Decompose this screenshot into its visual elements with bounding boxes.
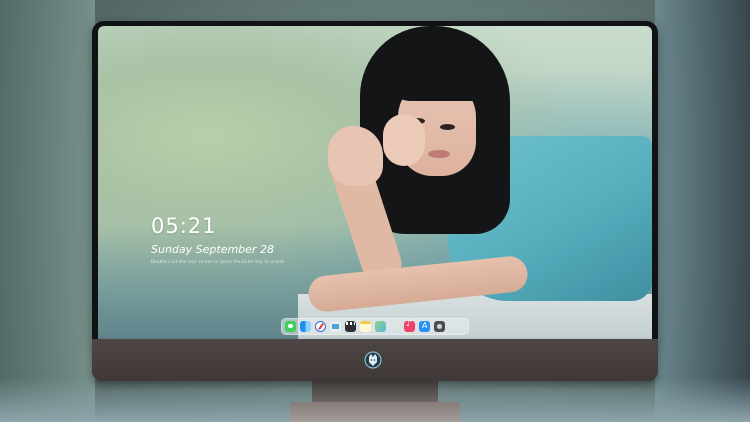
dock	[281, 318, 469, 335]
camera-icon[interactable]	[434, 321, 445, 332]
wallpaper-portrait-hand-chin	[383, 114, 425, 166]
notes-icon[interactable]	[360, 321, 371, 332]
finder-icon[interactable]	[300, 321, 311, 332]
claquette-icon[interactable]	[345, 321, 356, 332]
preview-icon[interactable]	[330, 321, 341, 332]
wallpaper-portrait-eye-right	[440, 124, 455, 130]
lock-clock: 05:21	[151, 214, 217, 238]
lock-date: Sunday September 28	[151, 243, 274, 256]
wallpaper-portrait-hand	[328, 126, 383, 186]
monitor-chin	[92, 339, 658, 381]
monitor-bezel: 05:21 Sunday September 28 Double-click t…	[92, 21, 658, 343]
messages-icon[interactable]	[285, 321, 296, 332]
app-store-icon[interactable]	[419, 321, 430, 332]
unlock-hint: Double-click the lock screen or press th…	[151, 259, 285, 264]
wallpaper-portrait-fringe	[390, 46, 486, 101]
safari-icon[interactable]	[315, 321, 326, 332]
maps-icon[interactable]	[375, 321, 386, 332]
monitor-stand-base	[290, 402, 460, 422]
lock-screen[interactable]: 05:21 Sunday September 28 Double-click t…	[98, 26, 652, 339]
wallpaper-portrait-lips	[428, 150, 450, 158]
monitor-stand-neck	[312, 381, 438, 404]
wolf-head-logo-icon	[364, 351, 382, 369]
music-icon[interactable]	[404, 319, 415, 332]
background-blur-left	[0, 0, 95, 422]
background-blur-right	[655, 0, 750, 422]
imac-monitor: 05:21 Sunday September 28 Double-click t…	[92, 21, 658, 381]
